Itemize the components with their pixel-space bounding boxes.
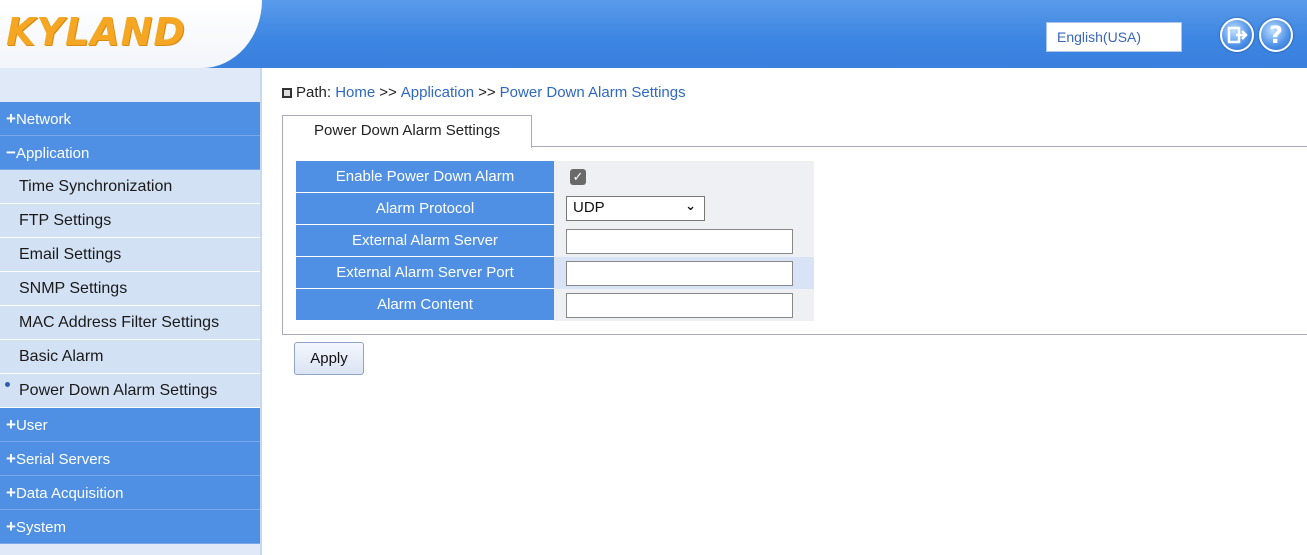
sidebar-item-serial-servers[interactable]: +Serial Servers — [0, 442, 260, 476]
enable-power-down-alarm-row: Enable Power Down Alarm ✓ — [296, 161, 814, 193]
expand-icon: + — [6, 109, 16, 128]
enable-power-down-alarm-checkbox[interactable]: ✓ — [570, 169, 586, 185]
sidebar-item-label: Application — [15, 145, 90, 162]
apply-button[interactable]: Apply — [294, 342, 364, 375]
sidebar-item-time-synchronization[interactable]: Time Synchronization — [0, 170, 260, 204]
field-label: Enable Power Down Alarm — [296, 161, 554, 193]
field-label: Alarm Protocol — [296, 193, 554, 225]
sidebar-item-label: Serial Servers — [15, 451, 111, 468]
sidebar-item-application[interactable]: −Application — [0, 136, 260, 170]
field-label: Alarm Content — [296, 289, 554, 321]
external-alarm-server-port-row: External Alarm Server Port — [296, 257, 814, 289]
square-icon — [282, 88, 292, 98]
language-select[interactable]: English(USA) — [1046, 22, 1182, 52]
sidebar-item-power-down-alarm-settings[interactable]: Power Down Alarm Settings — [0, 374, 260, 408]
sidebar-item-basic-alarm[interactable]: Basic Alarm — [0, 340, 260, 374]
selected-value: UDP — [573, 199, 605, 216]
sidebar-item-system[interactable]: +System — [0, 510, 260, 544]
logout-icon[interactable] — [1220, 18, 1254, 52]
sidebar-item-label: User — [15, 417, 48, 434]
expand-icon: + — [6, 449, 16, 468]
field-value-cell: ✓ — [554, 161, 814, 193]
breadcrumb-application-link[interactable]: Application — [401, 84, 474, 101]
logo-panel: KYLAND — [0, 0, 262, 68]
breadcrumb-home-link[interactable]: Home — [335, 84, 375, 101]
sidebar-item-email-settings[interactable]: Email Settings — [0, 238, 260, 272]
sidebar-item-network[interactable]: +Network — [0, 102, 260, 136]
field-label: External Alarm Server — [296, 225, 554, 257]
external-alarm-server-input[interactable] — [566, 229, 793, 254]
sidebar-item-data-acquisition[interactable]: +Data Acquisition — [0, 476, 260, 510]
expand-icon: + — [6, 483, 16, 502]
sidebar-item-label: Network — [15, 111, 71, 128]
sidebar-item-ftp-settings[interactable]: FTP Settings — [0, 204, 260, 238]
breadcrumb-prefix: Path: — [296, 84, 332, 101]
alarm-content-row: Alarm Content — [296, 289, 814, 321]
breadcrumb-separator: >> — [379, 84, 397, 101]
alarm-protocol-row: Alarm Protocol UDP ⌄ — [296, 193, 814, 225]
breadcrumb-separator: >> — [478, 84, 496, 101]
expand-icon: + — [6, 517, 16, 536]
field-value-cell: UDP ⌄ — [554, 193, 814, 225]
active-bullet-icon — [5, 382, 10, 387]
sidebar-item-label: System — [15, 519, 66, 536]
sidebar-item-label: Data Acquisition — [15, 485, 124, 502]
field-value-cell — [554, 289, 814, 321]
breadcrumb: Path: Home >> Application >> Power Down Alar… — [282, 84, 686, 101]
sidebar-item-label: Power Down Alarm Settings — [19, 382, 218, 399]
sidebar: +Network −Application Time Synchronizati… — [0, 68, 260, 555]
alarm-protocol-select[interactable]: UDP ⌄ — [566, 196, 705, 221]
collapse-icon: − — [6, 143, 16, 162]
kyland-logo: KYLAND — [6, 10, 186, 54]
sidebar-item-snmp-settings[interactable]: SNMP Settings — [0, 272, 260, 306]
field-label: External Alarm Server Port — [296, 257, 554, 289]
breadcrumb-current-page[interactable]: Power Down Alarm Settings — [500, 84, 686, 101]
sidebar-item-mac-address-filter-settings[interactable]: MAC Address Filter Settings — [0, 306, 260, 340]
external-alarm-server-row: External Alarm Server — [296, 225, 814, 257]
alarm-content-input[interactable] — [566, 293, 793, 318]
chevron-down-icon: ⌄ — [685, 198, 696, 213]
field-value-cell — [554, 257, 814, 289]
top-header: KYLAND English(USA) ? — [0, 0, 1307, 68]
sidebar-item-user[interactable]: +User — [0, 408, 260, 442]
field-value-cell — [554, 225, 814, 257]
sidebar-divider — [260, 68, 262, 555]
help-icon[interactable]: ? — [1259, 18, 1293, 52]
external-alarm-server-port-input[interactable] — [566, 261, 793, 286]
expand-icon: + — [6, 415, 16, 434]
tab-power-down-alarm-settings[interactable]: Power Down Alarm Settings — [282, 115, 532, 148]
